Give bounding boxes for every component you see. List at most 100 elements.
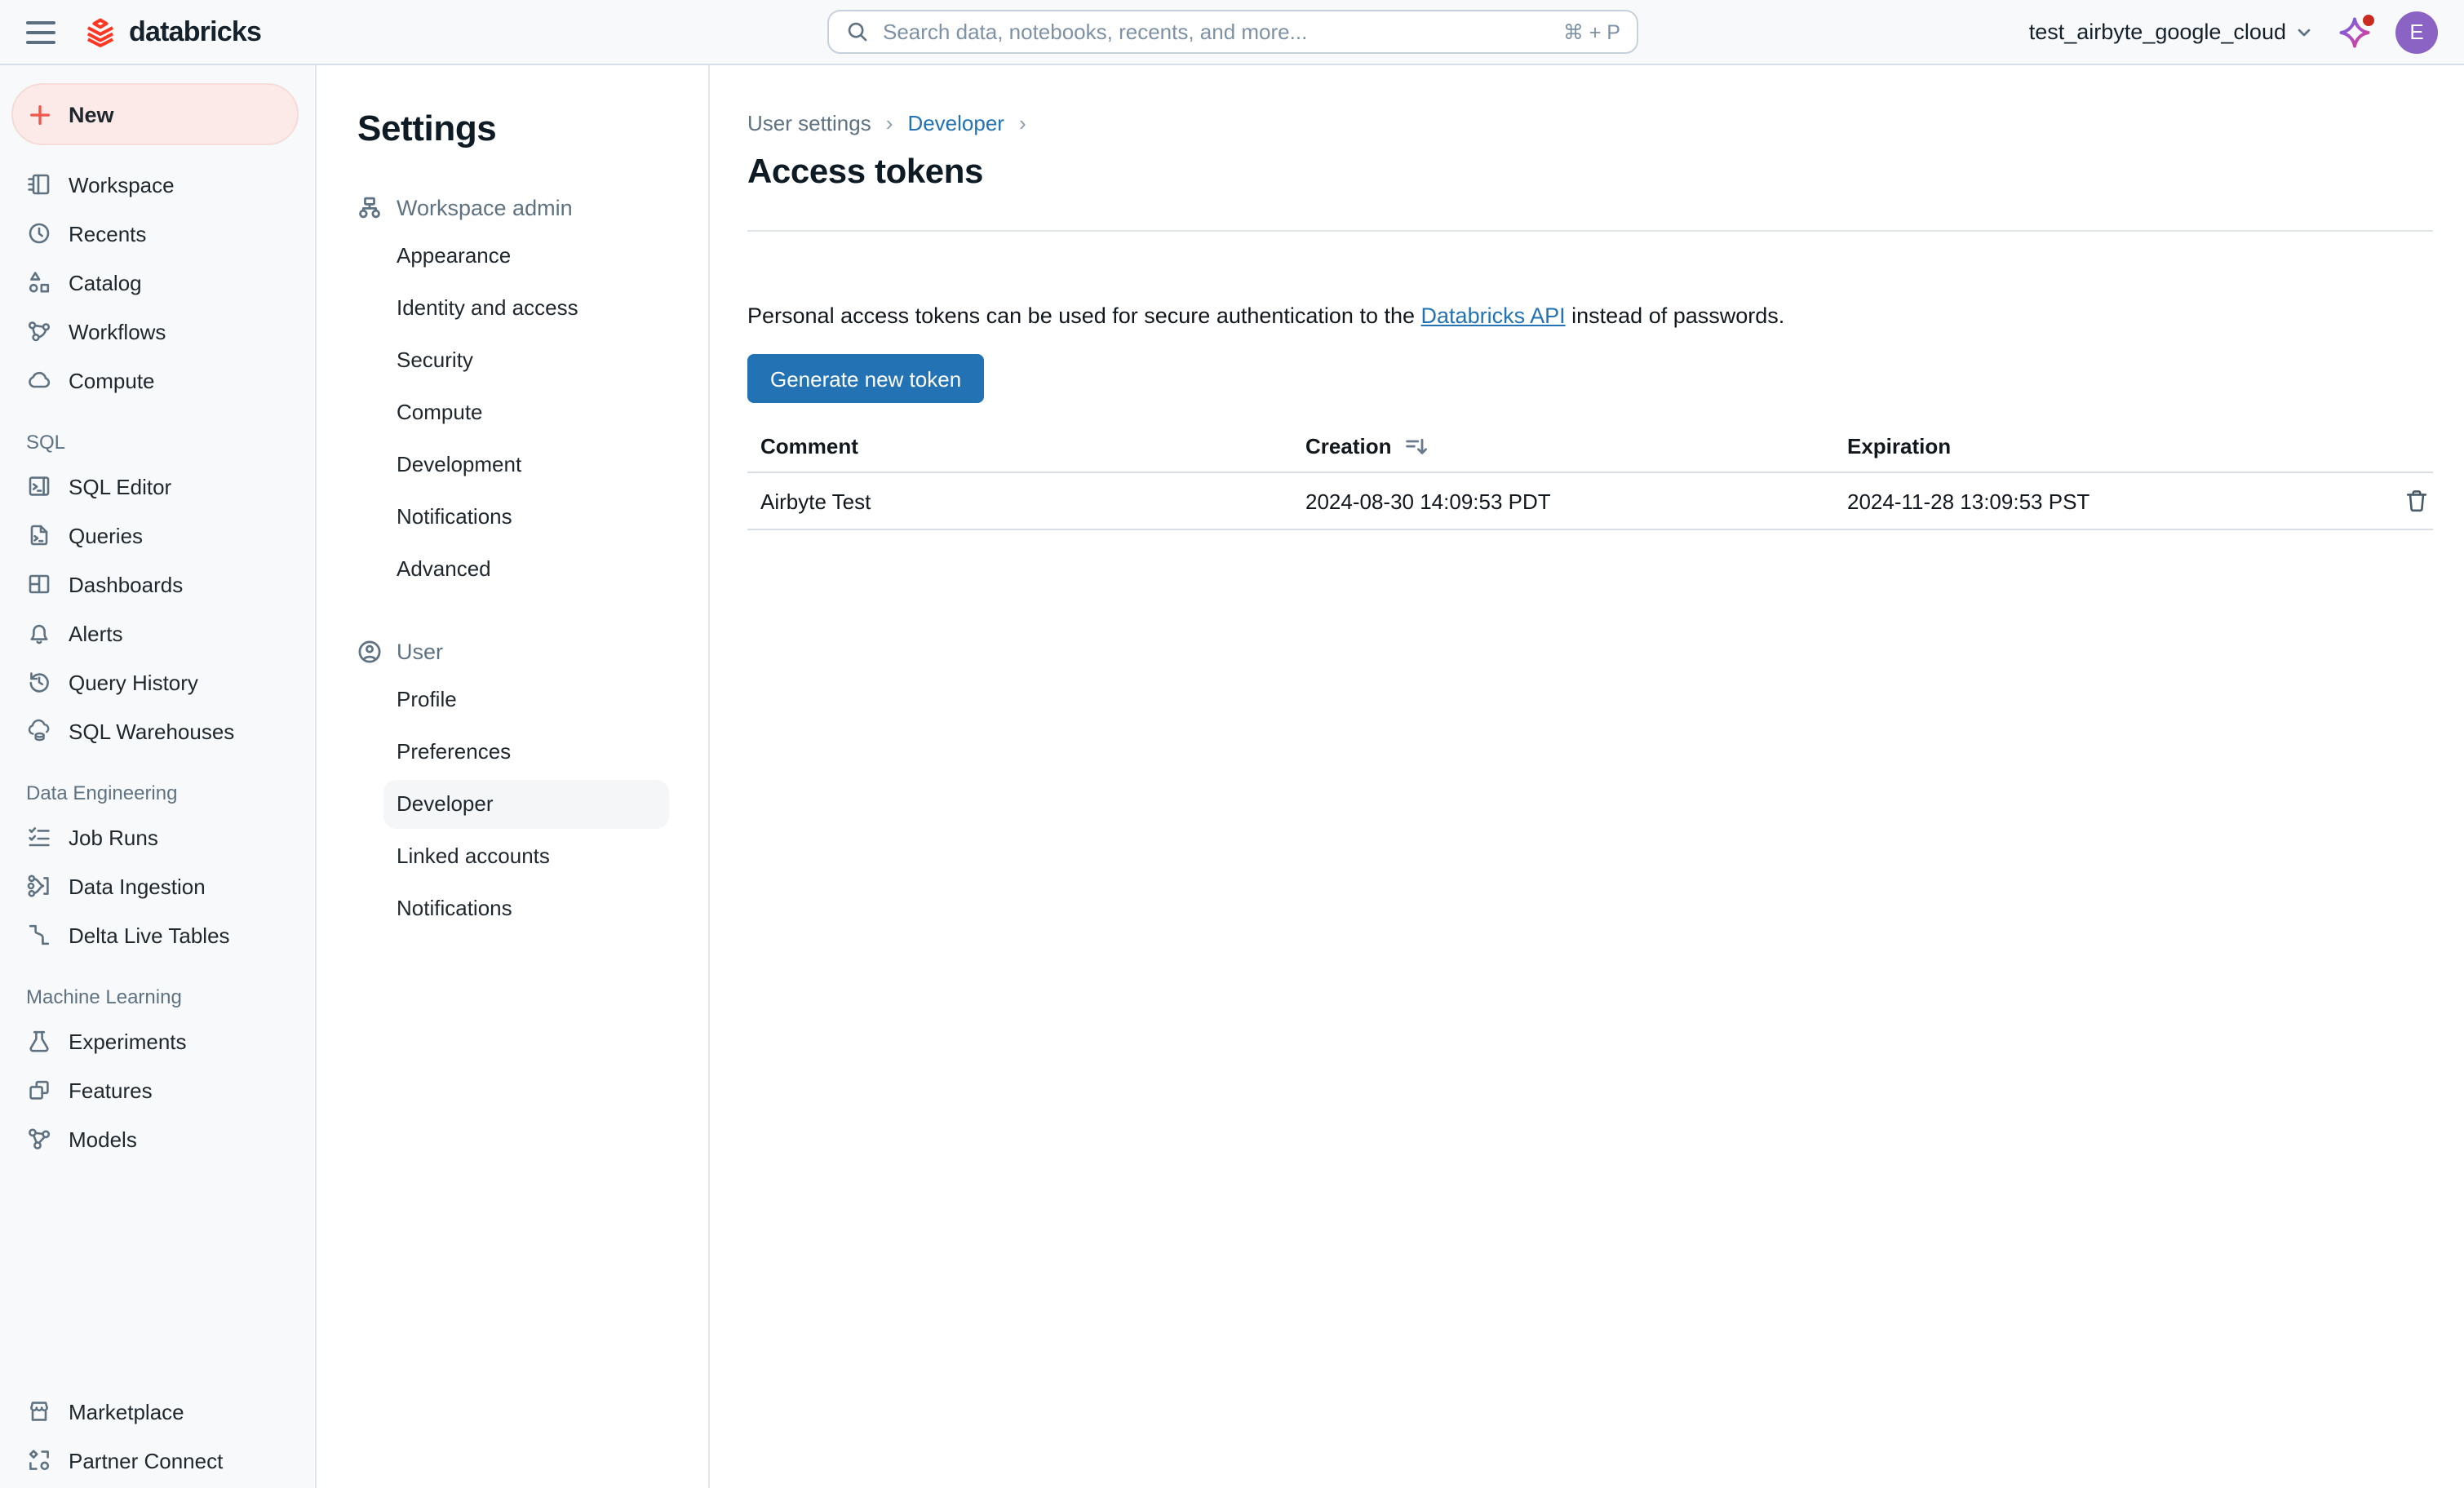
column-header-comment: Comment [747,434,1292,458]
sidebar-section-data-engineering: Data Engineering [0,755,315,813]
query-history-icon [26,669,52,695]
workspace-name: test_airbyte_google_cloud [2029,20,2286,44]
settings-item-compute[interactable]: Compute [383,388,669,437]
sidebar-item-label: Job Runs [69,825,158,849]
breadcrumb-user-settings[interactable]: User settings [747,111,871,135]
trash-icon [2404,488,2430,514]
search-shortcut-hint: ⌘ + P [1563,20,1620,44]
sidebar-item-label: Data Ingestion [69,874,206,898]
sql-editor-icon [26,473,52,499]
delete-token-button[interactable] [2404,488,2433,514]
column-header-creation[interactable]: Creation [1292,434,1834,458]
queries-icon [26,522,52,548]
notification-dot [2363,14,2374,25]
sidebar-item-label: Experiments [69,1029,187,1053]
data-ingestion-icon [26,873,52,899]
sidebar-item-label: Partner Connect [69,1448,223,1472]
hamburger-menu-icon[interactable] [26,20,55,43]
topbar-right-cluster: test_airbyte_google_cloud E [2029,11,2438,53]
generate-new-token-button[interactable]: Generate new token [747,354,984,403]
sidebar-item-workflows[interactable]: Workflows [0,307,315,356]
settings-item-development[interactable]: Development [383,441,669,489]
global-search-input[interactable]: Search data, notebooks, recents, and mor… [827,10,1638,54]
sidebar-item-delta-live-tables[interactable]: Delta Live Tables [0,910,315,959]
token-row: Airbyte Test 2024-08-30 14:09:53 PDT 202… [747,473,2433,530]
sql-warehouses-icon [26,718,52,744]
settings-item-notifications[interactable]: Notifications [383,493,669,542]
sidebar-item-query-history[interactable]: Query History [0,658,315,706]
settings-item-advanced[interactable]: Advanced [383,545,669,594]
sidebar-item-marketplace[interactable]: Marketplace [0,1387,315,1436]
sidebar-item-data-ingestion[interactable]: Data Ingestion [0,861,315,910]
breadcrumb-separator-icon: › [886,111,893,135]
sidebar-item-models[interactable]: Models [0,1114,315,1163]
user-icon [356,638,383,666]
catalog-icon [26,269,52,295]
sidebar-item-label: Alerts [69,621,122,645]
breadcrumb-developer[interactable]: Developer [907,111,1004,135]
user-avatar[interactable]: E [2395,11,2438,53]
sidebar-item-label: Features [69,1078,153,1102]
databricks-wordmark: databricks [129,16,261,48]
databricks-logo[interactable]: databricks [83,15,261,49]
description-before: Personal access tokens can be used for s… [747,303,1421,328]
compute-cloud-icon [26,367,52,393]
top-bar: databricks Search data, notebooks, recen… [0,0,2464,65]
sidebar-section-machine-learning: Machine Learning [0,959,315,1016]
sidebar-item-queries[interactable]: Queries [0,511,315,560]
sidebar-item-label: Dashboards [69,572,183,596]
partner-connect-icon [26,1447,52,1473]
search-icon [845,20,870,44]
settings-group-workspace-admin: Workspace admin [356,194,708,222]
sidebar-item-features[interactable]: Features [0,1065,315,1114]
sidebar-item-label: Recents [69,221,146,246]
settings-item-developer[interactable]: Developer [383,780,669,829]
new-button[interactable]: New [11,83,299,145]
settings-panel: Settings Workspace admin Appearance Iden… [317,65,710,1488]
sidebar-item-sql-warehouses[interactable]: SQL Warehouses [0,706,315,755]
workspace-icon [26,171,52,197]
models-icon [26,1126,52,1152]
workflows-icon [26,318,52,344]
sidebar-item-job-runs[interactable]: Job Runs [0,813,315,861]
assistant-sparkle-button[interactable] [2338,16,2371,48]
page-title: Access tokens [747,153,2433,193]
databricks-api-link[interactable]: Databricks API [1421,303,1566,328]
job-runs-icon [26,824,52,850]
breadcrumb-separator-icon: › [1019,111,1026,135]
sidebar-item-catalog[interactable]: Catalog [0,258,315,307]
settings-item-linked-accounts[interactable]: Linked accounts [383,832,669,881]
settings-item-user-notifications[interactable]: Notifications [383,884,669,933]
experiments-flask-icon [26,1028,52,1054]
breadcrumb: User settings › Developer › [747,65,2433,135]
sidebar-item-workspace[interactable]: Workspace [0,160,315,209]
description-after: instead of passwords. [1566,303,1785,328]
sidebar-item-sql-editor[interactable]: SQL Editor [0,462,315,511]
sidebar-item-label: Queries [69,523,143,547]
sidebar-item-experiments[interactable]: Experiments [0,1016,315,1065]
sidebar-item-recents[interactable]: Recents [0,209,315,258]
settings-item-identity-and-access[interactable]: Identity and access [383,284,669,333]
workspace-switcher[interactable]: test_airbyte_google_cloud [2029,20,2314,44]
sort-descending-icon[interactable] [1404,435,1427,458]
search-placeholder: Search data, notebooks, recents, and mor… [883,20,1550,44]
sidebar-item-label: Query History [69,670,198,694]
sidebar-item-label: Catalog [69,270,142,294]
sidebar-item-compute[interactable]: Compute [0,356,315,405]
sidebar-item-alerts[interactable]: Alerts [0,609,315,658]
settings-item-security[interactable]: Security [383,336,669,385]
settings-item-preferences[interactable]: Preferences [383,728,669,777]
table-header-row: Comment Creation Expiration [747,421,2433,473]
sidebar-item-dashboards[interactable]: Dashboards [0,560,315,609]
new-button-label: New [69,102,114,126]
marketplace-store-icon [26,1398,52,1424]
sidebar-item-partner-connect[interactable]: Partner Connect [0,1436,315,1485]
plus-icon [28,102,52,126]
dashboards-icon [26,571,52,597]
main-content: User settings › Developer › Access token… [710,65,2464,1488]
sidebar-item-label: SQL Warehouses [69,719,234,743]
settings-item-appearance[interactable]: Appearance [383,232,669,281]
settings-item-profile[interactable]: Profile [383,675,669,724]
alerts-bell-icon [26,620,52,646]
features-icon [26,1077,52,1103]
